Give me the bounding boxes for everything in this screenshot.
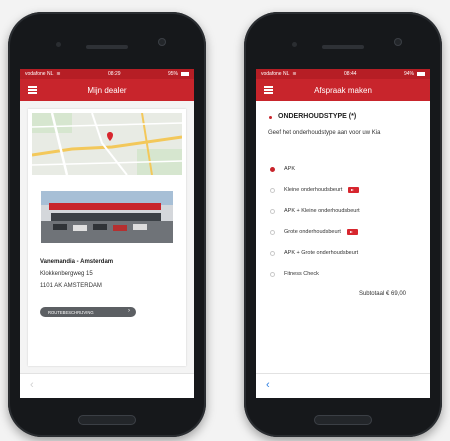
phone-left: vodafone NL ≋ 08:29 95% Mijn dealer Vane… (8, 12, 206, 437)
bullet-icon (269, 116, 272, 119)
speaker (322, 45, 364, 49)
option-label: Grote onderhoudsbeurt (284, 229, 341, 235)
option-fitness-check[interactable]: Fitness Check (270, 268, 319, 280)
route-button-label: ROUTEBESCHRIJVING (48, 309, 94, 315)
content-area: Vanemandia - Amsterdam Klokkenbergweg 15… (20, 101, 194, 374)
battery-label: 95% (167, 71, 178, 77)
clock: 08:44 (344, 71, 357, 77)
section-description: Geef het onderhoudstype aan voor uw Kia (268, 130, 381, 136)
radio-icon[interactable] (270, 187, 275, 193)
option-kleine-onderhoudsbeurt[interactable]: Kleine onderhoudsbeurt (270, 184, 360, 196)
option-apk-grote[interactable]: APK + Grote onderhoudsbeurt (270, 247, 358, 259)
bottom-bar: ‹ (20, 373, 194, 398)
video-icon[interactable] (346, 229, 358, 235)
bottom-bar: ‹ (256, 373, 430, 398)
dealer-card: Vanemandia - Amsterdam Klokkenbergweg 15… (28, 109, 186, 366)
dealer-city: 1101 AK AMSTERDAM (40, 283, 102, 289)
carrier-label: vodafone NL (25, 71, 54, 77)
option-label: APK (284, 166, 296, 172)
chevron-right-icon: › (128, 308, 130, 314)
battery-icon (181, 72, 189, 76)
option-label: Fitness Check (284, 271, 319, 277)
video-icon[interactable] (348, 187, 360, 193)
home-button[interactable] (78, 415, 136, 425)
wifi-icon: ≋ (56, 71, 61, 77)
battery-label: 94% (403, 71, 414, 77)
dealer-name: Vanemandia - Amsterdam (40, 259, 114, 265)
map-image[interactable] (32, 113, 182, 175)
option-apk-kleine[interactable]: APK + Kleine onderhoudsbeurt (270, 205, 360, 217)
screen-mijn-dealer: vodafone NL ≋ 08:29 95% Mijn dealer Vane… (20, 69, 194, 398)
page-title: Mijn dealer (87, 85, 127, 95)
status-bar: vodafone NL ≋ 08:29 95% (20, 69, 194, 79)
page-title: Afspraak maken (314, 85, 372, 95)
back-icon[interactable]: ‹ (30, 379, 34, 391)
app-bar: Afspraak maken (256, 79, 430, 101)
back-icon[interactable]: ‹ (266, 379, 270, 391)
radio-selected-icon[interactable] (270, 166, 275, 172)
option-label: Kleine onderhoudsbeurt (284, 187, 343, 193)
option-label: APK + Kleine onderhoudsbeurt (284, 208, 360, 214)
home-button[interactable] (314, 415, 372, 425)
battery-icon (417, 72, 425, 76)
hamburger-menu-icon[interactable] (264, 86, 273, 94)
screen-afspraak-maken: vodafone NL ≋ 08:44 94% Afspraak maken O… (256, 69, 430, 398)
sensor (292, 42, 297, 47)
radio-icon[interactable] (270, 208, 275, 214)
speaker (86, 45, 128, 49)
status-bar: vodafone NL ≋ 08:44 94% (256, 69, 430, 79)
dealer-street: Klokkenbergweg 15 (40, 271, 93, 277)
option-grote-onderhoudsbeurt[interactable]: Grote onderhoudsbeurt (270, 226, 358, 238)
option-label: APK + Grote onderhoudsbeurt (284, 250, 359, 256)
subtotal: Subtotaal € 69,00 (358, 291, 406, 297)
hamburger-menu-icon[interactable] (28, 86, 37, 94)
carrier-label: vodafone NL (261, 71, 290, 77)
sensor (56, 42, 61, 47)
radio-icon[interactable] (270, 229, 275, 235)
camera-icon (158, 38, 166, 46)
clock: 08:29 (108, 71, 121, 77)
phone-right: vodafone NL ≋ 08:44 94% Afspraak maken O… (244, 12, 442, 437)
section-title: ONDERHOUDSTYPE (*) (278, 113, 357, 120)
option-apk[interactable]: APK (270, 163, 295, 175)
radio-icon[interactable] (270, 271, 275, 277)
dealer-photo (41, 191, 173, 243)
app-bar: Mijn dealer (20, 79, 194, 101)
wifi-icon: ≋ (292, 71, 297, 77)
route-button[interactable]: ROUTEBESCHRIJVING › (40, 307, 136, 317)
radio-icon[interactable] (270, 250, 275, 256)
camera-icon (394, 38, 402, 46)
